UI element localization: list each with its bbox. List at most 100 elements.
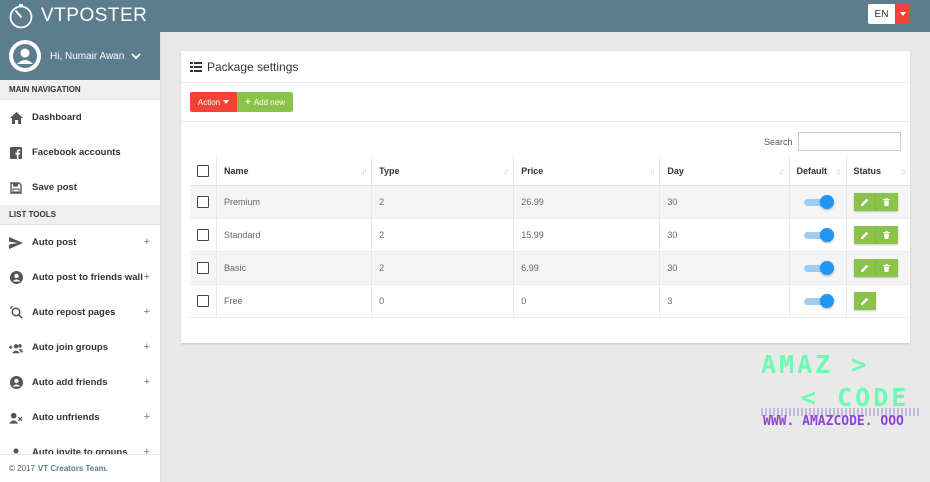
row-actions <box>853 225 904 244</box>
chevron-down-icon[interactable] <box>130 50 142 62</box>
pencil-icon <box>860 297 868 305</box>
cell-name: Basic <box>216 251 373 285</box>
send-icon <box>9 236 23 250</box>
avatar <box>9 40 41 72</box>
user-avatar-icon <box>13 44 37 68</box>
sidebar-item-label: Auto join groups <box>32 342 108 353</box>
sidebar-item-label: Auto add friends <box>32 377 108 388</box>
delete-button[interactable] <box>875 258 898 277</box>
cell-type: 2 <box>371 185 515 219</box>
column-header-day[interactable]: Day ↓↑ <box>659 157 790 186</box>
column-header-price[interactable]: Price ↓↑ <box>513 157 661 186</box>
list-tools-heading: LIST TOOLS <box>0 205 160 225</box>
caret-down-icon <box>223 100 230 104</box>
account-circle-icon <box>9 376 23 390</box>
watermark-line-1: AMAZ > <box>761 350 870 379</box>
default-toggle[interactable] <box>803 293 834 308</box>
row-checkbox[interactable] <box>197 294 209 307</box>
column-header-default[interactable]: Default ↓↑ <box>789 157 847 186</box>
sidebar-item-save-post[interactable]: Save post <box>0 170 160 205</box>
select-all-header <box>190 157 217 186</box>
language-code: EN <box>868 4 895 24</box>
facebook-icon <box>9 146 23 160</box>
language-dropdown-toggle[interactable] <box>895 4 910 24</box>
expand-plus-icon[interactable]: + <box>144 306 150 318</box>
cell-type: 0 <box>371 284 515 318</box>
edit-button[interactable] <box>853 258 876 277</box>
account-circle-icon <box>9 271 23 285</box>
sidebar-item-auto-post-friends-wall[interactable]: Auto post to friends wall + <box>0 260 160 295</box>
sidebar-item-auto-post[interactable]: Auto post + <box>0 225 160 260</box>
expand-plus-icon[interactable]: + <box>144 271 150 283</box>
sidebar-item-dashboard[interactable]: Dashboard <box>0 100 160 135</box>
sidebar-item-label: Dashboard <box>32 112 82 123</box>
row-checkbox[interactable] <box>197 261 209 274</box>
column-header-type[interactable]: Type ↓↑ <box>371 157 515 186</box>
user-panel[interactable]: Hi, Numair Awan <box>0 32 160 80</box>
app-name: VTPOSTER <box>41 5 148 26</box>
table-header-row: Name ↓↑ Type ↓↑ Price ↓↑ Day ↓↑ Default ↓↑ St… <box>190 157 910 186</box>
row-checkbox[interactable] <box>197 228 209 241</box>
table-row: Premium 2 26.99 30 <box>190 185 910 219</box>
edit-button[interactable] <box>853 291 876 310</box>
sidebar-item-label: Auto unfriends <box>32 412 100 423</box>
app-logo[interactable]: VTPOSTER <box>8 3 147 29</box>
cell-price: 6.99 <box>513 251 661 285</box>
action-dropdown-button[interactable]: Action <box>190 92 237 112</box>
sidebar-item-auto-join-groups[interactable]: Auto join groups + <box>0 330 160 365</box>
default-toggle[interactable] <box>803 194 834 209</box>
list-icon <box>190 61 202 72</box>
group-add-icon <box>9 341 23 355</box>
edit-button[interactable] <box>853 225 876 244</box>
sidebar-item-label: Save post <box>32 182 77 193</box>
sort-icon: ↓↑ <box>503 167 509 176</box>
top-bar: VTPOSTER EN <box>0 0 930 32</box>
row-actions <box>853 192 904 211</box>
sidebar-item-auto-add-friends[interactable]: Auto add friends + <box>0 365 160 400</box>
cell-name: Standard <box>216 218 373 252</box>
home-icon <box>9 111 23 125</box>
language-selector[interactable]: EN <box>868 4 910 24</box>
sidebar-item-auto-unfriends[interactable]: Auto unfriends + <box>0 400 160 435</box>
default-toggle[interactable] <box>803 227 834 242</box>
delete-button[interactable] <box>875 225 898 244</box>
caret-down-icon <box>899 12 906 16</box>
save-icon <box>9 181 23 195</box>
delete-button[interactable] <box>875 192 898 211</box>
sidebar-item-label: Auto post <box>32 237 77 248</box>
toolbar: Action + Add new <box>190 92 293 112</box>
package-settings-card: Package settings Action + Add new Search… <box>181 51 910 343</box>
pencil-icon <box>860 198 868 206</box>
sort-icon: ↓↑ <box>361 167 367 176</box>
cell-day: 30 <box>659 218 790 252</box>
expand-plus-icon[interactable]: + <box>144 236 150 248</box>
cell-day: 30 <box>659 251 790 285</box>
team-link[interactable]: VT Creators Team. <box>38 464 108 473</box>
page-title: Package settings <box>207 59 299 74</box>
cell-type: 2 <box>371 218 515 252</box>
column-header-status[interactable]: Status ↓↑ <box>846 157 910 186</box>
sidebar-item-label: Auto post to friends wall <box>32 272 143 283</box>
edit-button[interactable] <box>853 192 876 211</box>
expand-plus-icon[interactable]: + <box>144 341 150 353</box>
add-new-button[interactable]: + Add new <box>237 92 293 112</box>
expand-plus-icon[interactable]: + <box>144 376 150 388</box>
cell-name: Free <box>216 284 373 318</box>
table-row: Free 0 0 3 <box>190 284 910 318</box>
sort-icon: ↓↑ <box>649 167 655 176</box>
table-row: Basic 2 6.99 30 <box>190 251 910 285</box>
cell-day: 3 <box>659 284 790 318</box>
main-navigation-heading: MAIN NAVIGATION <box>0 80 160 100</box>
sidebar-item-facebook-accounts[interactable]: Facebook accounts <box>0 135 160 170</box>
table-row: Standard 2 15.99 30 <box>190 218 910 252</box>
sidebar-item-auto-repost-pages[interactable]: Auto repost pages + <box>0 295 160 330</box>
cell-price: 0 <box>513 284 661 318</box>
select-all-checkbox[interactable] <box>197 164 209 177</box>
trash-icon <box>883 197 890 206</box>
search-input[interactable] <box>798 132 901 151</box>
column-header-name[interactable]: Name ↓↑ <box>216 157 373 186</box>
default-toggle[interactable] <box>803 260 834 275</box>
expand-plus-icon[interactable]: + <box>144 411 150 423</box>
cell-price: 15.99 <box>513 218 661 252</box>
row-checkbox[interactable] <box>197 195 209 208</box>
